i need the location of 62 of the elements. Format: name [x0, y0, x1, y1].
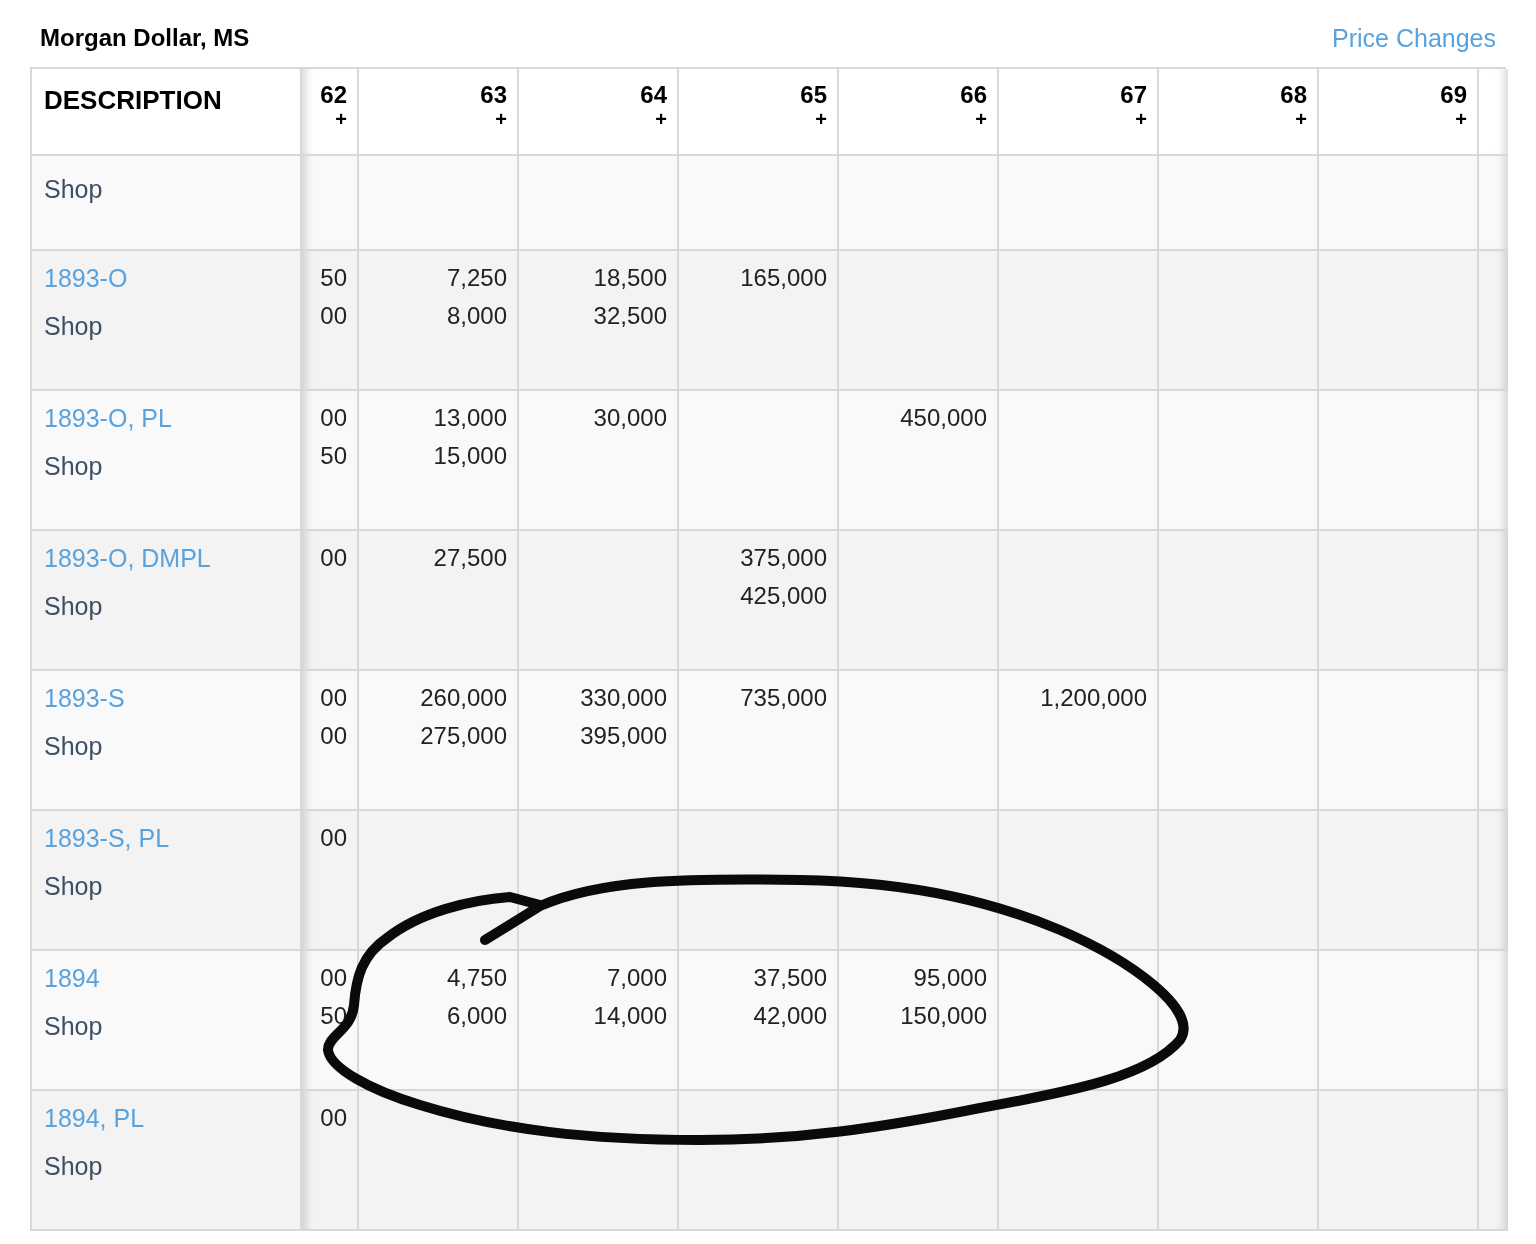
price-value: 14,000 [593, 1001, 667, 1031]
price-value: 150,000 [900, 1001, 987, 1031]
price-value: 425,000 [740, 581, 827, 611]
column-header: 65 [800, 81, 827, 109]
shop-link[interactable]: Shop [44, 871, 300, 901]
price-value: 32,500 [593, 301, 667, 331]
expand-column-button[interactable]: + [1455, 109, 1467, 129]
expand-column-button[interactable]: + [335, 109, 347, 129]
price-value: 13,000 [433, 403, 507, 433]
price-value: 00 [320, 683, 347, 713]
price-value: 735,000 [740, 683, 827, 713]
expand-column-button[interactable]: + [815, 109, 827, 129]
column-header: 64 [640, 81, 667, 109]
price-value: 00 [320, 963, 347, 993]
price-value: 18,500 [593, 263, 667, 293]
section-title: Morgan Dollar, MS [40, 23, 250, 53]
expand-column-button[interactable]: + [655, 109, 667, 129]
price-value: 6,000 [446, 1001, 507, 1031]
column-header: DESCRIPTION [44, 85, 222, 115]
price-value: 50 [320, 263, 347, 293]
price-value: 37,500 [753, 963, 827, 993]
price-value: 00 [320, 823, 347, 853]
price-value: 4,750 [446, 963, 507, 993]
price-value: 30,000 [593, 403, 667, 433]
price-value: 275,000 [420, 721, 507, 751]
price-value: 260,000 [420, 683, 507, 713]
column-header: 62 [320, 81, 347, 109]
column-header: 66 [960, 81, 987, 109]
price-value: 00 [320, 403, 347, 433]
price-value: 375,000 [740, 543, 827, 573]
price-value: 450,000 [900, 403, 987, 433]
expand-column-button[interactable]: + [1295, 109, 1307, 129]
shop-link[interactable]: Shop [44, 1011, 300, 1041]
price-value: 27,500 [433, 543, 507, 573]
expand-column-button[interactable]: + [495, 109, 507, 129]
price-value: 00 [320, 301, 347, 331]
shop-link[interactable]: Shop [44, 311, 300, 341]
price-value: 00 [320, 721, 347, 751]
shop-link[interactable]: Shop [44, 731, 300, 761]
price-value: 395,000 [580, 721, 667, 751]
price-value: 8,000 [446, 301, 507, 331]
price-value: 42,000 [753, 1001, 827, 1031]
shop-link[interactable]: Shop [44, 1151, 300, 1181]
shop-link[interactable]: Shop [44, 174, 300, 204]
price-value: 50 [320, 441, 347, 471]
price-value: 15,000 [433, 441, 507, 471]
price-value: 1,200,000 [1040, 683, 1147, 713]
shop-link[interactable]: Shop [44, 591, 300, 621]
price-value: 165,000 [740, 263, 827, 293]
price-value: 95,000 [913, 963, 987, 993]
column-header: 63 [480, 81, 507, 109]
expand-column-button[interactable]: + [1135, 109, 1147, 129]
price-value: 00 [320, 543, 347, 573]
price-value: 00 [320, 1103, 347, 1133]
column-header: 68 [1280, 81, 1307, 109]
column-header: 69 [1440, 81, 1467, 109]
column-header: 67 [1120, 81, 1147, 109]
price-value: 7,250 [446, 263, 507, 293]
expand-column-button[interactable]: + [975, 109, 987, 129]
price-value: 330,000 [580, 683, 667, 713]
price-value: 7,000 [606, 963, 667, 993]
shop-link[interactable]: Shop [44, 451, 300, 481]
